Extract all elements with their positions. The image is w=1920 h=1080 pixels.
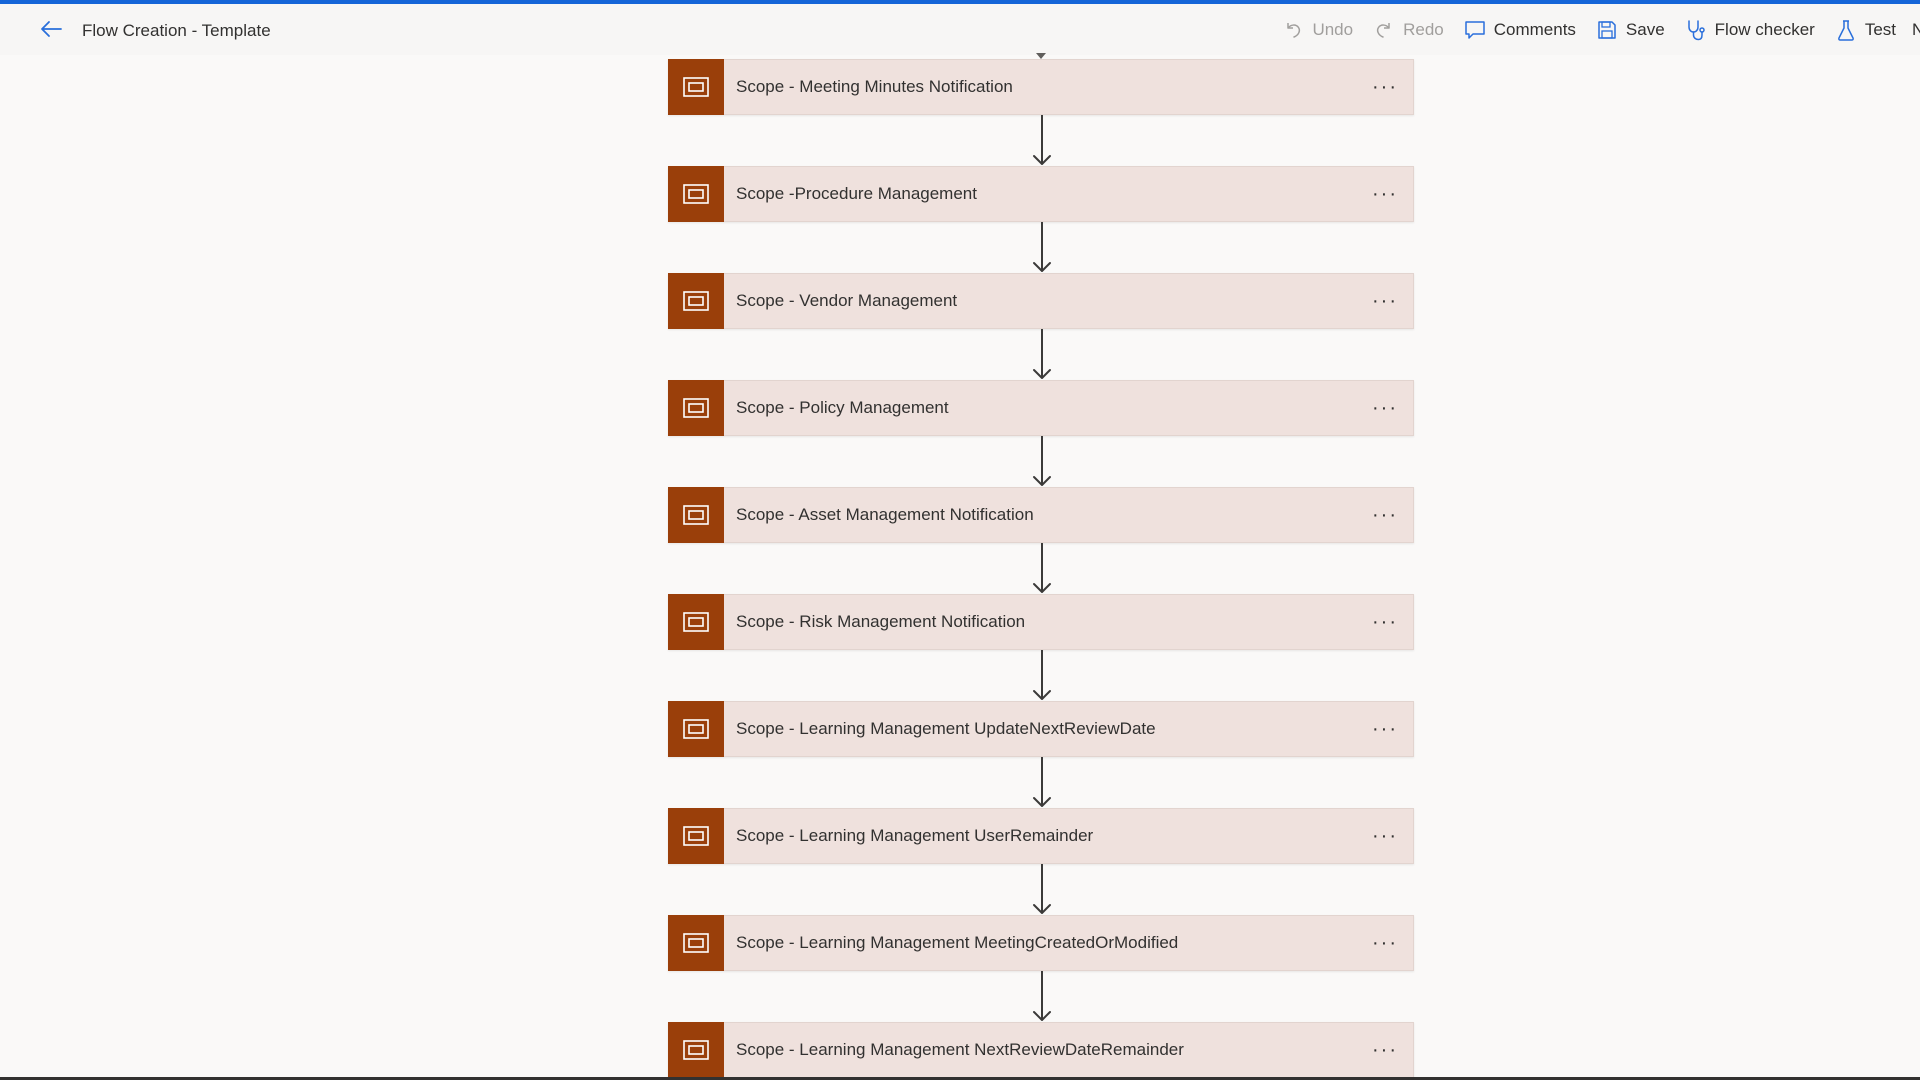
- scope-icon: [668, 273, 724, 329]
- scope-step-card[interactable]: Scope - Policy Management ···: [668, 380, 1414, 436]
- truncated-toolbar-item[interactable]: N: [1906, 20, 1920, 40]
- scope-step-label: Scope - Learning Management NextReviewDa…: [736, 1040, 1184, 1059]
- more-options-button[interactable]: ···: [1367, 607, 1403, 637]
- scope-step-card[interactable]: Scope - Learning Management MeetingCreat…: [668, 915, 1414, 971]
- undo-icon: [1282, 19, 1304, 41]
- flow-checker-button[interactable]: Flow checker: [1675, 10, 1825, 50]
- scope-icon: [668, 166, 724, 222]
- connector-arrow: [1031, 436, 1053, 487]
- scope-icon: [668, 701, 724, 757]
- more-options-button[interactable]: ···: [1367, 821, 1403, 851]
- scope-icon: [668, 487, 724, 543]
- scope-step-card[interactable]: Scope - Vendor Management ···: [668, 273, 1414, 329]
- scope-step-card[interactable]: Scope - Meeting Minutes Notification ···: [668, 59, 1414, 115]
- page-title: Flow Creation - Template: [82, 21, 271, 40]
- scope-step-label: Scope - Learning Management UserRemainde…: [736, 826, 1094, 845]
- flask-icon: [1835, 19, 1857, 41]
- more-options-button[interactable]: ···: [1367, 393, 1403, 423]
- save-label: Save: [1625, 19, 1665, 39]
- more-options-button[interactable]: ···: [1367, 928, 1403, 958]
- back-button[interactable]: [38, 18, 64, 44]
- connector-arrow: [1031, 115, 1053, 166]
- scope-step-card[interactable]: Scope - Risk Management Notification ···: [668, 594, 1414, 650]
- save-button[interactable]: Save: [1586, 10, 1675, 50]
- scope-step-label: Scope - Asset Management Notification: [736, 505, 1034, 524]
- scope-icon: [668, 594, 724, 650]
- undo-button[interactable]: Undo: [1272, 10, 1363, 50]
- more-options-button[interactable]: ···: [1367, 179, 1403, 209]
- scope-icon: [668, 59, 724, 115]
- test-label: Test: [1864, 19, 1896, 39]
- comments-label: Comments: [1493, 19, 1576, 39]
- connector-arrow: [1031, 757, 1053, 808]
- more-options-button[interactable]: ···: [1367, 72, 1403, 102]
- connector-arrow: [1031, 222, 1053, 273]
- scope-step-label: Scope - Policy Management: [736, 398, 949, 417]
- connector-arrow: [1031, 543, 1053, 594]
- scope-step-card[interactable]: Scope - Learning Management UserRemainde…: [668, 808, 1414, 864]
- test-button[interactable]: Test: [1825, 10, 1906, 50]
- connector-arrow: [1031, 864, 1053, 915]
- scope-step-card[interactable]: Scope - Asset Management Notification ···: [668, 487, 1414, 543]
- arrow-left-icon: [40, 20, 62, 43]
- more-options-button[interactable]: ···: [1367, 1035, 1403, 1065]
- redo-button[interactable]: Redo: [1363, 10, 1454, 50]
- comments-button[interactable]: Comments: [1454, 10, 1586, 50]
- connector-arrow: [1031, 329, 1053, 380]
- scope-icon: [668, 808, 724, 864]
- scope-step-card[interactable]: Scope - Learning Management NextReviewDa…: [668, 1022, 1414, 1078]
- connector-arrow: [1031, 650, 1053, 701]
- flow-checker-label: Flow checker: [1714, 19, 1815, 39]
- stethoscope-icon: [1685, 19, 1707, 41]
- redo-label: Redo: [1403, 19, 1444, 39]
- scope-step-label: Scope -Procedure Management: [736, 184, 977, 203]
- scope-step-label: Scope - Vendor Management: [736, 291, 958, 310]
- save-icon: [1596, 19, 1618, 41]
- command-toolbar: Undo Redo Comments Save Flow checker Tes…: [1272, 4, 1920, 55]
- more-options-button[interactable]: ···: [1367, 714, 1403, 744]
- connector-arrow: [1031, 971, 1053, 1022]
- redo-icon: [1373, 19, 1395, 41]
- comment-icon: [1464, 19, 1486, 41]
- more-options-button[interactable]: ···: [1367, 286, 1403, 316]
- scope-icon: [668, 1022, 724, 1078]
- scope-icon: [668, 380, 724, 436]
- scope-step-label: Scope - Learning Management UpdateNextRe…: [736, 719, 1156, 738]
- more-options-button[interactable]: ···: [1367, 500, 1403, 530]
- scope-step-label: Scope - Risk Management Notification: [736, 612, 1026, 631]
- scope-step-card[interactable]: Scope -Procedure Management ···: [668, 166, 1414, 222]
- scope-step-label: Scope - Learning Management MeetingCreat…: [736, 933, 1179, 952]
- scope-icon: [668, 915, 724, 971]
- scope-step-card[interactable]: Scope - Learning Management UpdateNextRe…: [668, 701, 1414, 757]
- scope-step-label: Scope - Meeting Minutes Notification: [736, 77, 1013, 96]
- undo-label: Undo: [1312, 19, 1354, 39]
